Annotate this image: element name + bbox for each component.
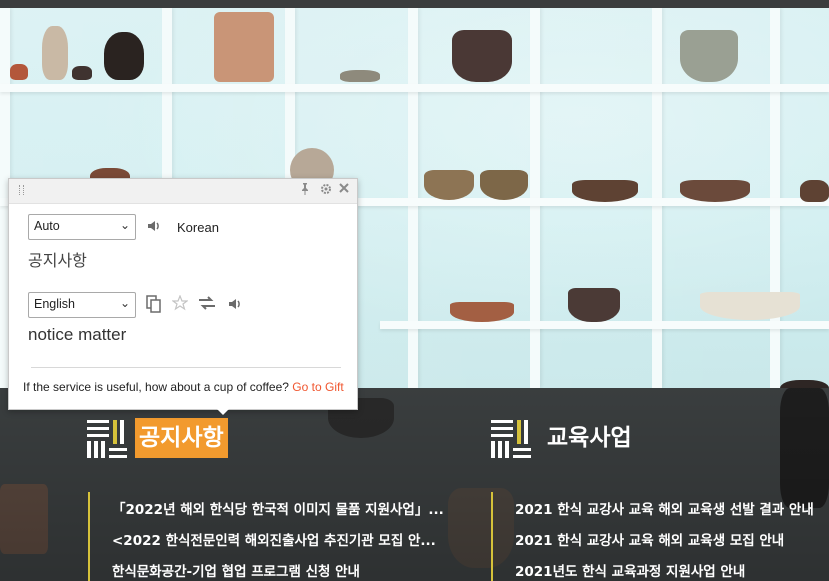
section-title-education[interactable]: 교육사업 [547,420,632,456]
divider [31,367,341,368]
speaker-icon[interactable] [146,218,162,237]
source-text: 공지사항 [28,251,87,270]
chevron-down-icon: ⌄ [119,296,130,310]
target-language-select[interactable]: English ⌄ [28,292,136,318]
notice-list: 「2022년 해외 한식당 한국적 이미지 물품 지원사업」... <2022 … [88,492,444,581]
star-icon[interactable] [171,294,189,314]
education-item[interactable]: 2021년도 한식 교육과정 지원사업 안내 [515,560,745,580]
copy-icon[interactable] [146,295,162,316]
source-language-select[interactable]: Auto ⌄ [28,214,136,240]
chevron-down-icon: ⌄ [119,218,130,232]
notice-item[interactable]: 「2022년 해외 한식당 한국적 이미지 물품 지원사업」... [112,498,444,518]
translator-popup: Auto ⌄ Korean 공지사항 English ⌄ notice matt… [8,178,358,410]
education-item[interactable]: 2021 한식 교강사 교육 해외 교육생 선발 결과 안내 [515,498,814,518]
popup-header[interactable] [9,179,357,204]
gift-link[interactable]: Go to Gift [292,380,343,394]
settings-icon[interactable] [320,183,332,199]
education-section-icon [491,420,531,458]
education-list: 2021 한식 교강사 교육 해외 교육생 선발 결과 안내 2021 한식 교… [491,492,821,581]
detected-language-label: Korean [177,220,219,235]
popup-pointer [214,406,232,415]
education-item[interactable]: 2021 한식 교강사 교육 해외 교육생 모집 안내 [515,529,784,549]
notice-item[interactable]: <2022 한식전문인력 해외진출사업 추진기관 모집 안... [112,529,436,549]
pin-icon[interactable] [300,183,310,199]
popup-footer: If the service is useful, how about a cu… [23,380,344,394]
translation-result: notice matter [28,325,127,344]
section-title-notice[interactable]: 공지사항 [135,418,228,458]
close-icon[interactable] [339,183,349,197]
swap-icon[interactable] [197,295,217,314]
speaker-icon[interactable] [227,296,243,315]
footer-message: If the service is useful, how about a cu… [23,380,289,394]
drag-handle-icon[interactable] [19,185,24,195]
notice-item[interactable]: 한식문화공간-기업 협업 프로그램 신청 안내 [112,560,360,580]
notice-section-icon [87,420,127,458]
top-bar [0,0,829,8]
